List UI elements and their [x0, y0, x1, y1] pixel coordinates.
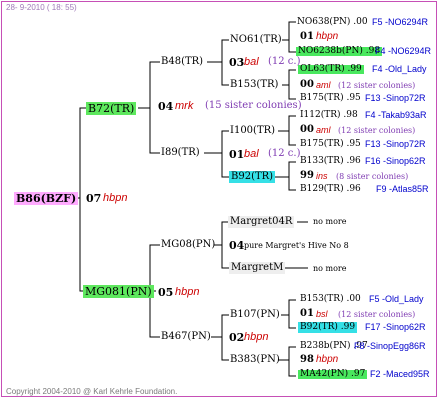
- connector-b467: [211, 314, 229, 361]
- gen4-name: bal: [244, 56, 259, 68]
- gen5-name: aml: [316, 125, 331, 135]
- gen5-queen[interactable]: B175(TR) .95: [300, 94, 361, 103]
- connector-b72: [138, 61, 160, 154]
- gen4-sisters: (12 c.): [268, 56, 301, 67]
- gen5-sisters: (12 sister colonies): [338, 126, 416, 135]
- gen5-queen[interactable]: B92(TR) .99: [298, 322, 358, 333]
- gen5-queen[interactable]: B133(TR) .96: [300, 157, 361, 166]
- gen4-queen-i100[interactable]: I100(TR): [230, 126, 275, 136]
- gen5-origin: F13 -Sinop72R: [365, 139, 426, 149]
- gen4-number-i89: 01: [229, 148, 245, 161]
- connector-mg08: [214, 221, 229, 269]
- connector-b153: [282, 69, 296, 100]
- gen5-origin: F8 -SinopEgg86R: [354, 341, 426, 351]
- gen3-number: 04: [158, 100, 174, 113]
- connector-no61: [282, 21, 296, 53]
- sire-name: hbpn: [103, 192, 128, 204]
- gen5-origin: F16 -Sinop62R: [365, 156, 426, 166]
- gen5-name: hbpn: [316, 354, 339, 365]
- gen3-queen-mg08[interactable]: MG08(PN): [161, 240, 215, 250]
- connector-b92: [274, 161, 296, 191]
- gen4-number-b467: 02: [229, 331, 245, 344]
- gen5-origin: F5 -NO6294R: [372, 17, 429, 27]
- gen4-queen-margret04r[interactable]: Margret04R: [228, 216, 295, 228]
- gen3-name: mrk: [175, 100, 194, 112]
- gen5-sisters: (12 sister colonies): [338, 81, 416, 90]
- gen5-origin: F17 -Sinop62R: [365, 322, 426, 332]
- gen4-number-mg08: 04: [229, 239, 245, 252]
- copyright: Copyright 2004-2010 @ Karl Kehrle Founda…: [6, 387, 178, 396]
- connector-b107: [281, 299, 296, 329]
- gen5-origin: F13 -Sinop72R: [365, 93, 426, 103]
- gen3-queen-b48[interactable]: B48(TR): [161, 57, 203, 67]
- gen5-origin: F4 -NO6294R: [375, 46, 432, 56]
- connector-i89: [204, 130, 229, 178]
- gen5-number: 98: [300, 354, 314, 365]
- gen5-origin: F4 -Takab93aR: [365, 110, 427, 120]
- sire-queen[interactable]: B72(TR): [86, 102, 137, 115]
- gen4-queen-b92[interactable]: B92(TR): [229, 171, 276, 183]
- gen3-queen-b467[interactable]: B467(PN): [161, 332, 211, 342]
- gen4-queen-b383[interactable]: B383(PN): [230, 355, 280, 365]
- no-more-note: no more: [313, 264, 347, 273]
- gen5-queen[interactable]: I112(TR) .98: [300, 111, 358, 120]
- gen5-number: 00: [300, 124, 314, 135]
- gen4-name-b467: hbpn: [244, 331, 269, 343]
- pedigree-page: 28- 9-2010 ( 18: 55) Copyright 2004-2010…: [0, 0, 440, 400]
- no-more-note: no more: [313, 217, 347, 226]
- gen4-name-mg08: pure Margret's Hive No 8: [244, 241, 349, 250]
- gen3-queen-i89[interactable]: I89(TR): [161, 148, 200, 158]
- sire-number: 07: [86, 192, 102, 205]
- gen4-sisters-i89: (12 c.): [268, 148, 301, 159]
- gen4-queen-b153[interactable]: B153(TR): [230, 80, 278, 90]
- gen5-name: aml: [316, 80, 331, 90]
- gen5-sisters: (12 sister colonies): [338, 310, 416, 319]
- gen5-queen[interactable]: NO638(PN) .00: [297, 18, 368, 27]
- gen5-queen[interactable]: MA42(PN) .97: [298, 370, 368, 379]
- root-queen[interactable]: B86(BZF): [14, 192, 79, 205]
- gen3-dam-number: 05: [158, 286, 174, 299]
- gen3-dam-name: hbpn: [175, 286, 200, 298]
- gen4-queen-no61[interactable]: NO61(TR): [230, 35, 282, 45]
- gen5-sisters: (8 sister colonies): [336, 172, 409, 181]
- gen5-queen[interactable]: NO6238b(PN) .98: [296, 47, 383, 56]
- gen5-queen[interactable]: B153(TR) .00: [300, 295, 361, 304]
- gen5-queen[interactable]: B129(TR) .96: [300, 185, 361, 194]
- gen5-origin: F9 -Atlas85R: [376, 184, 429, 194]
- gen5-queen[interactable]: OL63(TR) .99: [298, 65, 364, 74]
- dam-queen[interactable]: MG081(PN): [83, 285, 154, 298]
- gen5-number: 99: [300, 170, 314, 181]
- gen5-origin: F2 -Maced95R: [370, 369, 430, 379]
- gen5-name: ins: [316, 171, 328, 181]
- gen5-number: 00: [300, 79, 314, 90]
- gen5-number: 01: [300, 31, 314, 42]
- gen4-name-i89: bal: [244, 148, 259, 160]
- gen4-number: 03: [229, 56, 245, 69]
- connector-b383: [278, 346, 296, 377]
- gen4-queen-margretm[interactable]: MargretM: [229, 262, 286, 274]
- gen5-origin: F5 -Old_Lady: [369, 294, 424, 304]
- connector-b48: [207, 39, 229, 86]
- gen5-name: hbpn: [316, 31, 339, 42]
- gen5-queen[interactable]: B175(TR) .95: [300, 140, 361, 149]
- gen4-queen-b107[interactable]: B107(PN): [230, 310, 280, 320]
- connector-i100: [278, 115, 296, 146]
- gen5-origin: F4 -Old_Lady: [372, 64, 427, 74]
- gen5-number: 01: [300, 308, 314, 319]
- date-stamp: 28- 9-2010 ( 18: 55): [6, 3, 77, 12]
- gen5-name: bsl: [316, 309, 328, 319]
- gen3-sisters: (15 sister colonies): [205, 100, 302, 111]
